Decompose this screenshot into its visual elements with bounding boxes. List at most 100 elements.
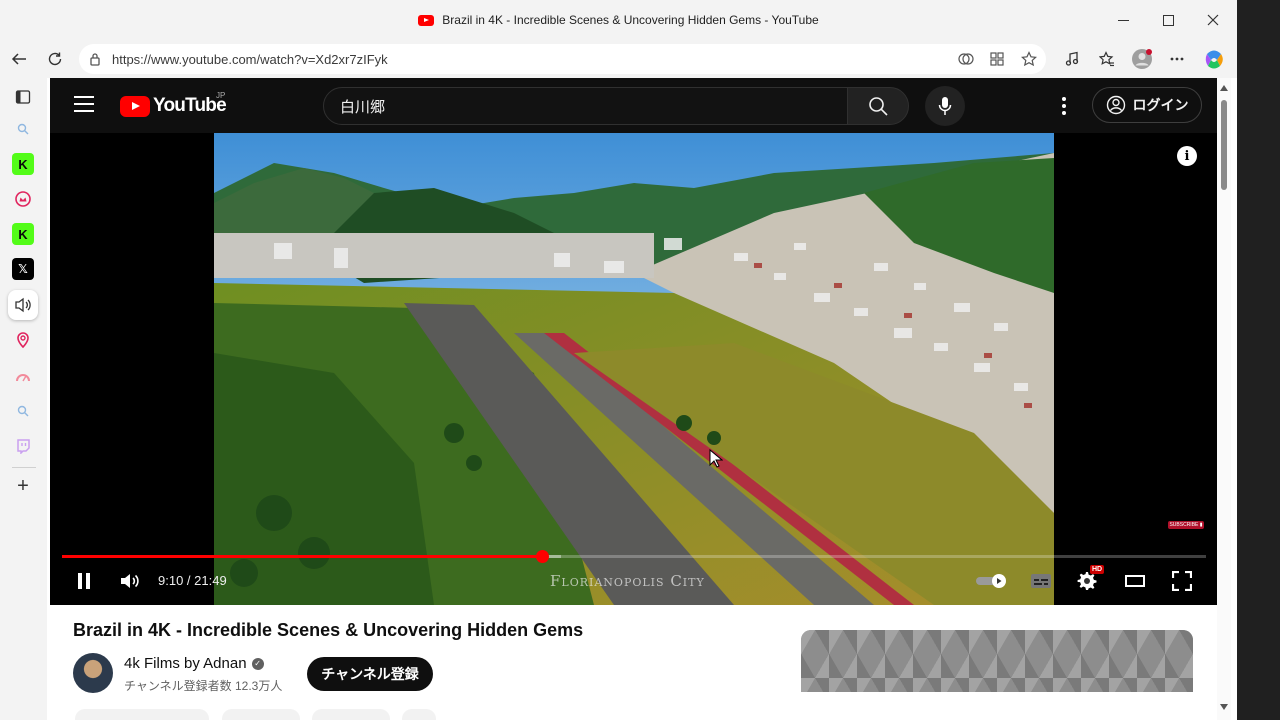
window-title: Brazil in 4K - Incredible Scenes & Uncov… [418, 13, 819, 27]
info-card-icon[interactable]: i [1177, 146, 1197, 166]
action-chip[interactable] [402, 709, 436, 720]
sidebar-add-button[interactable]: + [12, 475, 34, 497]
search-query: 白川郷 [340, 98, 386, 116]
extensions-icon[interactable] [989, 51, 1005, 67]
channel-name: 4k Films by Adnan [124, 655, 247, 672]
youtube-favicon-icon [418, 14, 435, 26]
theater-mode-icon [1125, 575, 1145, 587]
app-k-icon: K [18, 156, 28, 172]
sidebar-app-speaker[interactable] [8, 290, 38, 320]
video-title: Brazil in 4K - Incredible Scenes & Uncov… [73, 620, 584, 640]
more-icon [1170, 57, 1184, 61]
youtube-masthead: YouTube JP 白川郷 ログイン [50, 78, 1217, 133]
address-bar[interactable]: https://www.youtube.com/watch?v=Xd2xr7zI… [79, 44, 1046, 74]
duration: 21:49 [194, 573, 227, 588]
sidebar-app-k[interactable]: K [12, 153, 34, 175]
refresh-button[interactable] [40, 44, 70, 74]
action-chip[interactable] [75, 709, 209, 720]
branding-watermark[interactable]: SUBSCRIBE ▮ [1168, 521, 1204, 529]
browser-sidebar: K K 𝕏 + [0, 78, 47, 720]
favorites-button[interactable] [1092, 44, 1122, 74]
search-input[interactable]: 白川郷 [323, 87, 848, 125]
search-button[interactable] [847, 87, 909, 125]
promo-card[interactable] [801, 630, 1193, 720]
maximize-icon [1162, 14, 1174, 26]
minimize-button[interactable] [1100, 0, 1146, 40]
scroll-up-arrow-icon[interactable] [1220, 85, 1228, 91]
browser-window: Brazil in 4K - Incredible Scenes & Uncov… [0, 0, 1237, 720]
scroll-down-arrow-icon[interactable] [1220, 704, 1228, 710]
youtube-play-icon [120, 95, 150, 117]
action-chip[interactable] [222, 709, 300, 720]
channel-name-link[interactable]: 4k Films by Adnan ✓ [124, 655, 264, 672]
mute-button[interactable] [118, 569, 142, 593]
autoplay-toggle[interactable] [974, 569, 1010, 593]
twitch-icon [17, 438, 30, 454]
sidebar-app-twitch[interactable] [12, 435, 34, 457]
copilot-button[interactable] [1199, 44, 1229, 74]
microphone-icon [938, 97, 952, 115]
title-bar: Brazil in 4K - Incredible Scenes & Uncov… [0, 0, 1237, 40]
youtube-page: YouTube JP 白川郷 ログイン i SUBSCRIBE ▮ 9:10 /… [50, 78, 1217, 720]
promo-banner [801, 630, 1193, 692]
favorites-icon [1099, 51, 1114, 67]
video-frame[interactable] [214, 133, 1054, 605]
app-crown-icon [15, 191, 31, 207]
sidebar-search-button[interactable] [12, 118, 34, 140]
channel-avatar[interactable] [73, 653, 113, 693]
pause-button[interactable] [74, 569, 94, 593]
subscribe-button[interactable]: チャンネル登録 [307, 657, 433, 691]
desktop-background [1237, 0, 1280, 720]
tab-actions-button[interactable] [12, 86, 34, 108]
back-button[interactable] [4, 44, 34, 74]
settings-button[interactable]: HD [1074, 565, 1105, 593]
profile-icon [1132, 49, 1152, 69]
progress-played [62, 555, 543, 558]
captions-button[interactable] [1028, 569, 1054, 593]
search-icon-yt [869, 97, 888, 116]
action-chip[interactable] [312, 709, 390, 720]
pause-icon [78, 573, 90, 589]
profile-button[interactable] [1127, 44, 1157, 74]
settings-more-icon[interactable] [1050, 95, 1078, 117]
site-info-icon[interactable] [87, 51, 103, 67]
media-control-button[interactable] [1057, 44, 1087, 74]
refresh-icon [48, 52, 62, 66]
sign-in-button[interactable]: ログイン [1092, 87, 1202, 123]
sidebar-app-k-2[interactable]: K [12, 223, 34, 245]
mouse-cursor-icon [709, 449, 723, 468]
app-k-icon-2: K [18, 226, 28, 242]
page-scrollbar[interactable] [1217, 78, 1231, 720]
youtube-logo[interactable]: YouTube JP [120, 91, 227, 117]
voice-search-button[interactable] [925, 86, 965, 126]
window-title-text: Brazil in 4K - Incredible Scenes & Uncov… [442, 13, 819, 27]
guide-menu-icon[interactable] [74, 96, 94, 114]
x-icon: 𝕏 [18, 262, 28, 276]
browser-toolbar: https://www.youtube.com/watch?v=Xd2xr7zI… [0, 40, 1237, 78]
sidebar-app-gauge[interactable] [12, 366, 34, 388]
close-icon [1207, 14, 1219, 26]
favorite-star-icon[interactable] [1021, 51, 1037, 67]
back-icon [11, 53, 26, 65]
location-caption: Florianopolis City [550, 572, 705, 590]
autoplay-toggle-icon [976, 574, 1006, 588]
fullscreen-button[interactable] [1170, 569, 1194, 593]
maximize-button[interactable] [1145, 0, 1191, 40]
captions-icon [1031, 574, 1051, 588]
sidebar-app-maps[interactable] [12, 329, 34, 351]
sign-in-label: ログイン [1132, 97, 1189, 113]
sidebar-app-x[interactable]: 𝕏 [12, 258, 34, 280]
more-button[interactable] [1162, 44, 1192, 74]
minimize-icon [1117, 19, 1129, 21]
copilot-vision-icon[interactable] [958, 51, 974, 67]
scrollbar-thumb[interactable] [1221, 100, 1227, 190]
theater-mode-button[interactable] [1123, 569, 1147, 593]
close-button[interactable] [1190, 0, 1236, 40]
progress-bar[interactable] [62, 550, 1206, 563]
video-player[interactable]: YouTube JP 白川郷 ログイン i SUBSCRIBE ▮ 9:10 /… [50, 78, 1217, 605]
sidebar-app-crown[interactable] [12, 188, 34, 210]
time-separator: / [183, 573, 195, 588]
sidebar-search-button-2[interactable] [12, 400, 34, 422]
youtube-logo-text: YouTube [153, 95, 227, 116]
current-time: 9:10 [158, 573, 184, 588]
